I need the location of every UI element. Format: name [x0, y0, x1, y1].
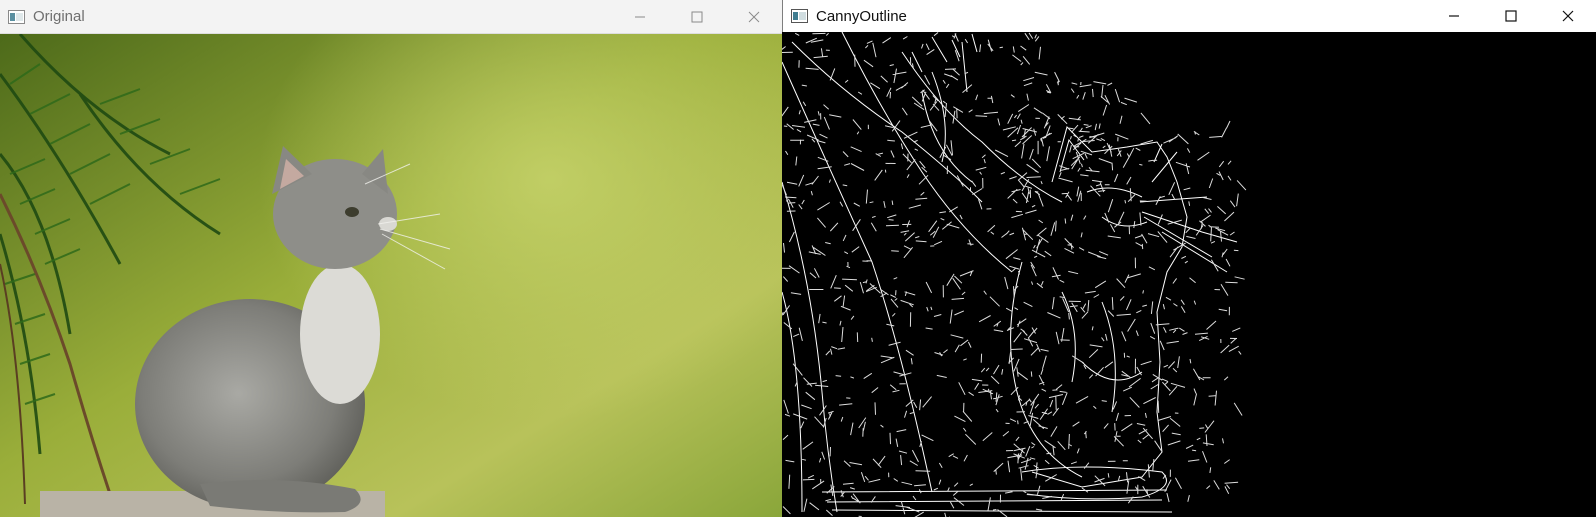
close-button[interactable] [1539, 0, 1596, 32]
minimize-button[interactable] [1425, 0, 1482, 32]
maximize-button[interactable] [1482, 0, 1539, 32]
original-image-view [0, 34, 782, 517]
close-icon [1562, 10, 1573, 22]
edge-outline-image [782, 32, 1596, 517]
maximize-icon [1504, 10, 1517, 22]
desktop: Original CannyOutline [0, 0, 1596, 517]
minimize-icon [634, 16, 645, 17]
minimize-button[interactable] [611, 0, 668, 33]
maximize-button[interactable] [668, 0, 725, 33]
canny-titlebar[interactable]: CannyOutline [782, 0, 1596, 32]
original-titlebar[interactable]: Original [0, 0, 782, 34]
close-button[interactable] [725, 0, 782, 33]
minimize-icon [1448, 15, 1459, 17]
app-window-icon [8, 9, 25, 24]
kitten-photo [0, 34, 782, 517]
maximize-icon [691, 11, 702, 22]
original-window: Original [0, 0, 782, 517]
window-title: Original [33, 8, 85, 25]
window-controls [1425, 0, 1596, 32]
window-title: CannyOutline [816, 7, 907, 25]
app-window-icon [791, 9, 808, 23]
canny-window: CannyOutline [782, 0, 1596, 517]
close-icon [748, 11, 759, 22]
window-controls [611, 0, 782, 33]
canny-image-view [782, 32, 1596, 517]
